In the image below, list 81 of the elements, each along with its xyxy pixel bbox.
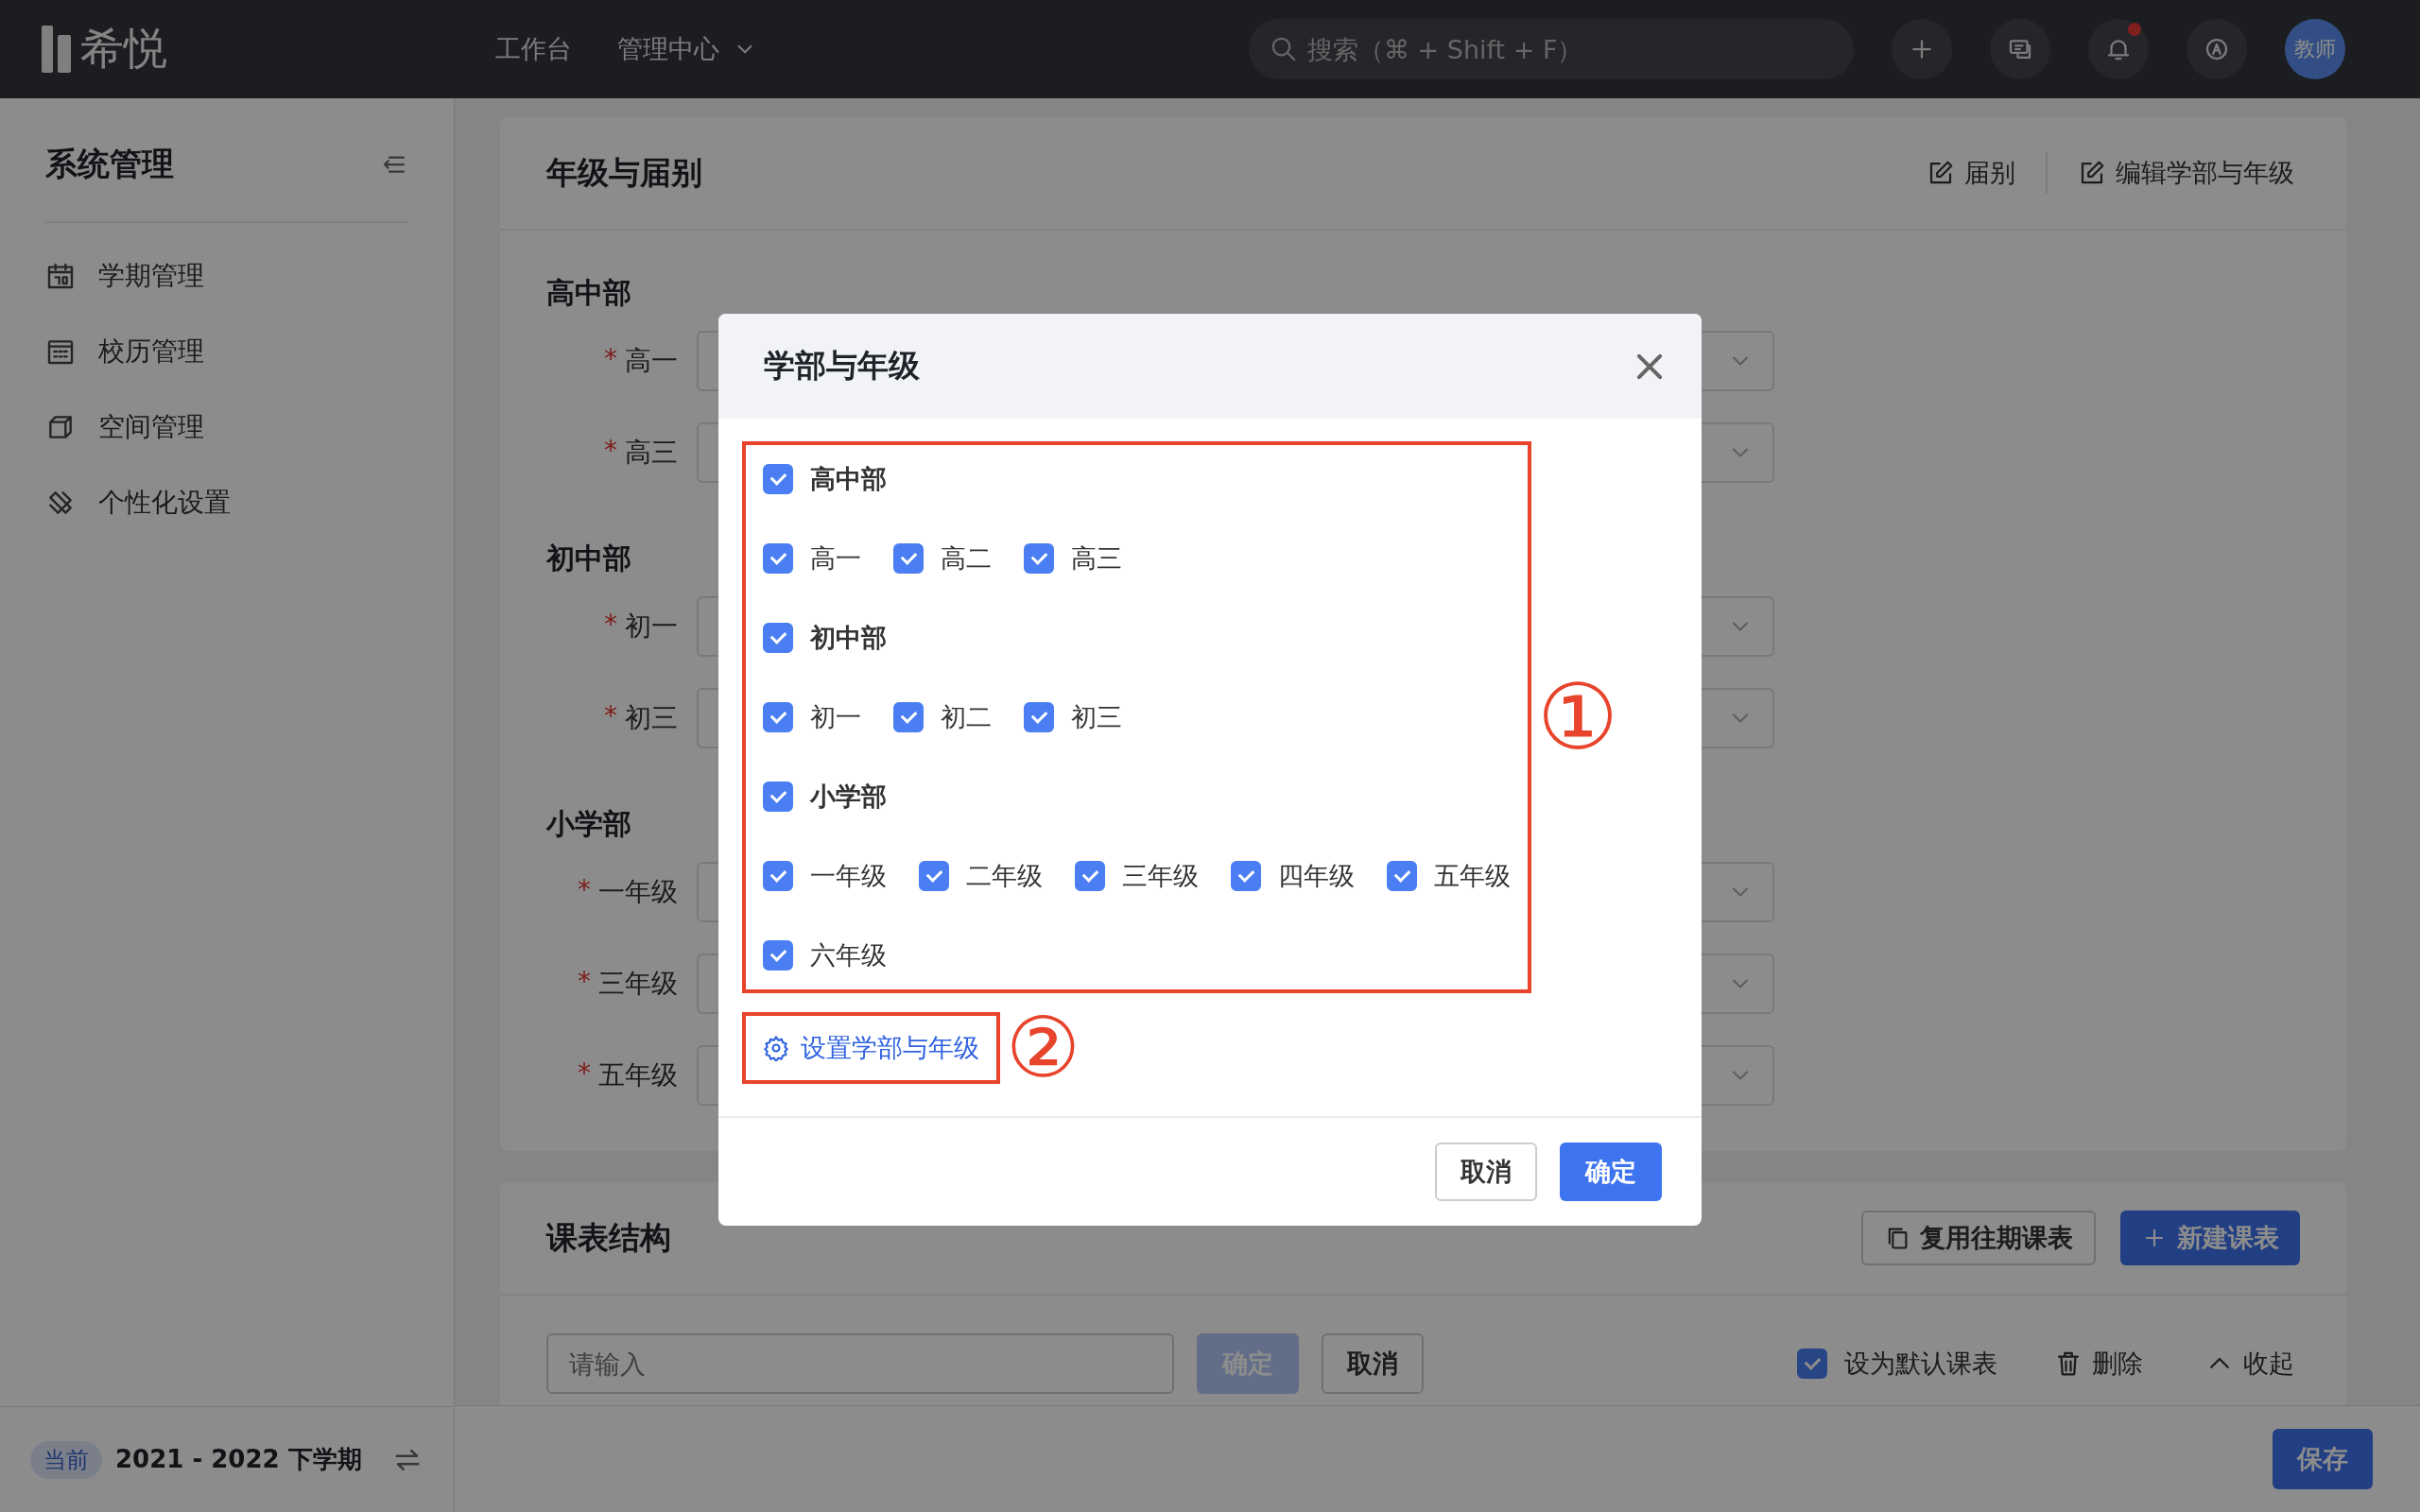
field-label: 高三 xyxy=(625,436,678,470)
checkbox-label: 高三 xyxy=(1071,542,1122,575)
checkbox-label: 四年级 xyxy=(1278,860,1355,892)
checkbox-label: 初三 xyxy=(1071,701,1122,733)
checkbox[interactable] xyxy=(1797,1349,1827,1379)
dialog-title: 学部与年级 xyxy=(764,346,920,386)
sidebar-item[interactable]: 个性化设置 xyxy=(45,478,408,527)
card-title: 年级与届别 xyxy=(546,152,702,193)
settings-icon xyxy=(763,1035,789,1061)
section-title: 高中部 xyxy=(546,275,631,311)
checkbox[interactable] xyxy=(763,702,793,732)
checkbox-label: 二年级 xyxy=(966,860,1043,892)
term-label: 2021 - 2022 下学期 xyxy=(115,1444,363,1475)
field-label: 高一 xyxy=(625,344,678,378)
field-label: 三年级 xyxy=(598,967,678,1001)
checkbox[interactable] xyxy=(1231,861,1261,891)
search-icon xyxy=(1270,35,1298,63)
search-field[interactable]: 搜索（⌘ + Shift + F） xyxy=(1249,19,1854,79)
checkbox-label: 初中部 xyxy=(810,622,887,654)
new-schedule-button[interactable]: 新建课表 xyxy=(2120,1211,2300,1265)
logo-icon xyxy=(42,26,71,73)
field-label: 初三 xyxy=(625,701,678,735)
checkbox-label: 高中部 xyxy=(810,463,887,495)
reuse-schedule-button[interactable]: 复用往期课表 xyxy=(1861,1211,2096,1265)
checkbox-label: 三年级 xyxy=(1122,860,1199,892)
checkbox[interactable] xyxy=(763,782,793,812)
checkbox-label: 六年级 xyxy=(810,939,887,971)
required-mark: * xyxy=(604,343,617,376)
edit-button[interactable]: 编辑学部与年级 xyxy=(2072,156,2300,190)
required-mark: * xyxy=(604,700,617,733)
checkbox[interactable] xyxy=(1024,702,1054,732)
required-mark: * xyxy=(604,435,617,468)
collapse-button[interactable]: 收起 xyxy=(2200,1347,2300,1381)
checkbox-label: 初二 xyxy=(941,701,992,733)
checkbox[interactable] xyxy=(1075,861,1105,891)
checkbox[interactable] xyxy=(763,861,793,891)
section-title: 小学部 xyxy=(546,806,631,842)
checkbox[interactable] xyxy=(893,543,924,574)
annotation-number: ① xyxy=(1537,672,1619,763)
checkbox[interactable] xyxy=(763,464,793,494)
required-mark: * xyxy=(578,1057,591,1091)
nav-link[interactable]: 工作台 xyxy=(495,32,572,66)
checkbox[interactable] xyxy=(919,861,949,891)
card-title: 课表结构 xyxy=(546,1217,671,1258)
settings-link[interactable]: 设置学部与年级 xyxy=(763,1031,979,1065)
checkbox[interactable] xyxy=(763,543,793,574)
sidebar-item[interactable]: 学期管理 xyxy=(45,251,408,301)
sidebar-title: 系统管理 xyxy=(45,144,174,184)
field-label: 初一 xyxy=(625,610,678,644)
term-badge: 当前 xyxy=(30,1440,102,1479)
save-button[interactable]: 保存 xyxy=(2273,1429,2373,1489)
checkbox[interactable] xyxy=(1387,861,1417,891)
edit-button[interactable]: 届别 xyxy=(1921,156,2021,190)
cancel-button[interactable]: 取消 xyxy=(1322,1333,1424,1394)
checkbox-label: 五年级 xyxy=(1434,860,1511,892)
section-title: 初中部 xyxy=(546,541,631,576)
nav-link[interactable]: 管理中心 xyxy=(617,32,757,66)
checkbox[interactable] xyxy=(763,940,793,971)
field-label: 一年级 xyxy=(598,875,678,909)
checkbox[interactable] xyxy=(893,702,924,732)
checkbox-label: 初一 xyxy=(810,701,861,733)
checkbox-label: 一年级 xyxy=(810,860,887,892)
required-mark: * xyxy=(578,966,591,999)
delete-button[interactable]: 删除 xyxy=(2048,1347,2149,1381)
checkbox-label: 小学部 xyxy=(810,781,887,813)
sidebar-item[interactable]: 校历管理 xyxy=(45,327,408,376)
checkbox[interactable] xyxy=(763,623,793,653)
required-mark: * xyxy=(578,874,591,907)
annotation-number: ② xyxy=(1006,1006,1080,1090)
ok-button[interactable]: 确定 xyxy=(1560,1143,1662,1201)
calendar-icon xyxy=(45,261,76,291)
checkbox[interactable] xyxy=(1024,543,1054,574)
text-input[interactable]: 请输入 xyxy=(546,1333,1174,1394)
required-mark: * xyxy=(604,609,617,642)
logo-text: 希悦 xyxy=(80,22,167,76)
field-label: 五年级 xyxy=(598,1058,678,1092)
checkbox-label: 高一 xyxy=(810,542,861,575)
sidebar-item[interactable]: 空间管理 xyxy=(45,403,408,452)
checkbox-label: 设为默认课表 xyxy=(1844,1348,1997,1380)
checkbox-label: 高二 xyxy=(941,542,992,575)
cancel-button[interactable]: 取消 xyxy=(1435,1143,1537,1201)
